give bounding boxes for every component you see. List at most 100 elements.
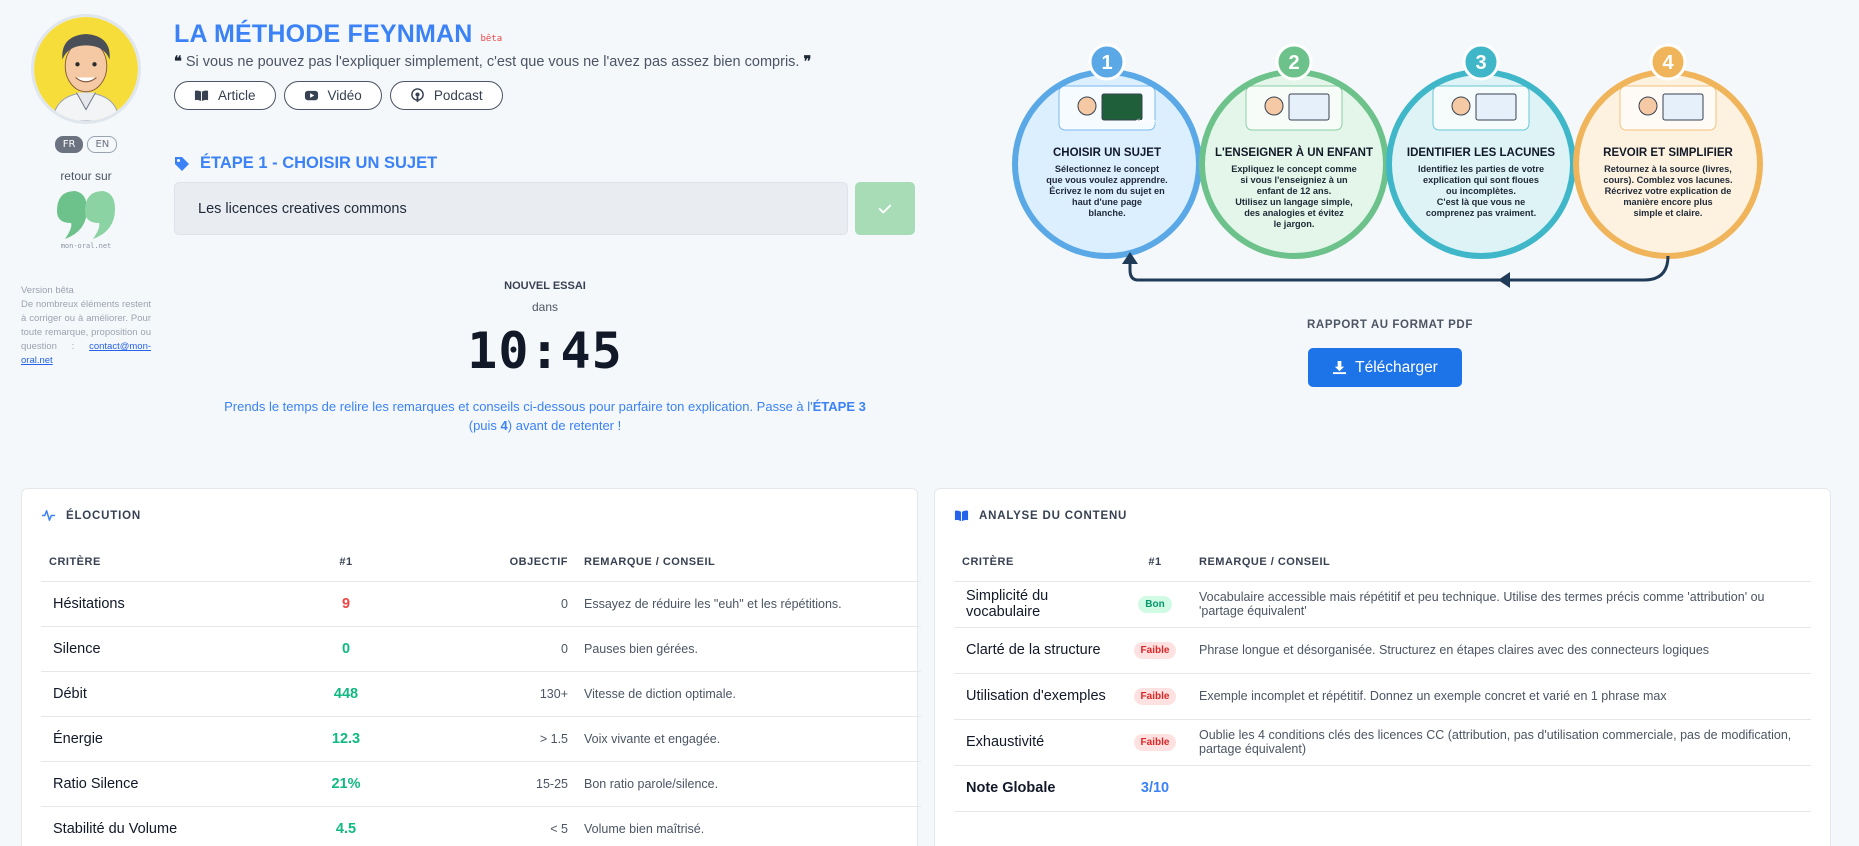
report-label: RAPPORT AU FORMAT PDF <box>1307 319 1473 331</box>
quote-text: Si vous ne pouvez pas l'expliquer simple… <box>185 54 800 70</box>
row-objectif: 15-25 <box>396 761 576 807</box>
table-row: Utilisation d'exemples Faible Exemple inco… <box>954 673 1811 720</box>
diagram-step-1: 1 CHOISIR UN SUJET Sélectionnez le concept… <box>1012 43 1209 259</box>
quote-close-icon: ❞ <box>803 54 812 70</box>
step-text: blanche. <box>1088 208 1125 218</box>
retour-label: retour sur <box>60 169 112 183</box>
step-text: cours). Comblez vos lacunes. <box>1603 175 1732 185</box>
step-title: CHOISIR UN SUJET <box>1053 147 1161 159</box>
contenu-title: ANALYSE DU CONTENU <box>979 509 1128 522</box>
row-value: 4.5 <box>296 806 396 846</box>
feynman-diagram-svg: 1 CHOISIR UN SUJET Sélectionnez le concept… <box>1012 43 1763 288</box>
col-remarque: REMARQUE / CONSEIL <box>1191 543 1811 582</box>
step-text: des analogies et évitez <box>1244 208 1344 218</box>
global-label: Note Globale <box>954 765 1119 812</box>
step-text: simple et claire. <box>1634 208 1703 218</box>
col-attempt: #1 <box>1119 543 1191 582</box>
row-objectif: 130+ <box>396 671 576 717</box>
contenu-header: ANALYSE DU CONTENU <box>935 489 1830 523</box>
check-icon <box>878 204 892 213</box>
contenu-card: ANALYSE DU CONTENU CRITÈRE #1 REMARQUE /… <box>934 488 1831 846</box>
person-icon <box>1451 96 1471 116</box>
step-number: 1 <box>1101 52 1112 74</box>
board-icon <box>1662 93 1704 121</box>
left-rail: FR EN retour sur mon-oral.net <box>20 14 152 250</box>
row-remark: Oublie les 4 conditions clés des licence… <box>1191 719 1811 766</box>
row-rating: Faible <box>1119 673 1191 720</box>
language-switch: FR EN <box>20 136 152 153</box>
global-value: 3/10 <box>1119 765 1191 812</box>
step-text: Récrivez votre explication de <box>1605 186 1732 196</box>
advice-text-e: ) avant de retenter ! <box>507 418 622 433</box>
person-icon <box>1638 96 1658 116</box>
row-value: 448 <box>296 671 396 717</box>
book-icon <box>194 90 209 102</box>
global-score-row: Note Globale 3/10 <box>954 765 1811 812</box>
person-icon <box>1077 96 1097 116</box>
step-title: IDENTIFIER LES LACUNES <box>1407 147 1556 159</box>
row-objectif: < 5 <box>396 806 576 846</box>
table-row: Débit 448 130+ Vitesse de diction optimale. <box>41 671 921 717</box>
article-button[interactable]: Article <box>174 81 276 110</box>
loop-arrow <box>1128 255 1670 282</box>
col-attempt: #1 <box>296 543 396 582</box>
diagram-step-2: 2 L'ENSEIGNER À UN ENFANT Expliquez le con… <box>1199 43 1396 259</box>
board-icon <box>1101 93 1143 121</box>
row-objectif: 0 <box>396 581 576 627</box>
step-text: que vous voulez apprendre. <box>1046 175 1168 185</box>
step-text: si vous l'enseigniez à un <box>1240 175 1348 185</box>
row-critere: Utilisation d'exemples <box>954 673 1119 720</box>
media-links: Article Vidéo Podcast <box>174 81 503 110</box>
tag-icon <box>175 156 189 171</box>
diagram-step-4: 4 REVOIR ET SIMPLIFIER Retournez à la sour… <box>1573 43 1763 259</box>
row-remark: Phrase longue et désorganisée. Structure… <box>1191 627 1811 674</box>
mon-oral-logo-icon[interactable] <box>51 189 121 241</box>
beta-tag: bêta <box>480 34 503 44</box>
step-label: ÉTAPE 1 - CHOISIR UN SUJET <box>200 154 438 172</box>
youtube-icon <box>304 90 318 101</box>
row-rating: Faible <box>1119 627 1191 674</box>
contenu-head-row: CRITÈRE #1 REMARQUE / CONSEIL <box>954 543 1811 582</box>
step-heading: ÉTAPE 1 - CHOISIR UN SUJET <box>174 154 437 173</box>
beta-title: Version bêta <box>21 285 74 296</box>
row-critere: Clarté de la structure <box>954 627 1119 674</box>
col-remarque: REMARQUE / CONSEIL <box>576 543 921 582</box>
step-number: 2 <box>1288 52 1299 74</box>
table-row: Silence 0 0 Pauses bien gérées. <box>41 626 921 672</box>
rating-badge: Faible <box>1133 733 1177 751</box>
row-remark: Pauses bien gérées. <box>576 626 921 672</box>
row-remark: Volume bien maîtrisé. <box>576 806 921 846</box>
lang-en-button[interactable]: EN <box>87 136 118 153</box>
global-empty <box>1191 765 1811 812</box>
table-row: Énergie 12.3 > 1.5 Voix vivante et engagée. <box>41 716 921 762</box>
podcast-icon <box>410 88 424 103</box>
row-remark: Exemple incomplet et répétitif. Donnez u… <box>1191 673 1811 720</box>
video-label: Vidéo <box>327 88 362 103</box>
table-row: Exhaustivité Faible Oublie les 4 condition… <box>954 719 1811 766</box>
podcast-button[interactable]: Podcast <box>389 81 503 110</box>
confirm-button[interactable] <box>855 182 915 235</box>
feynman-quote: ❝ Si vous ne pouvez pas l'expliquer simp… <box>174 54 811 70</box>
row-objectif: 0 <box>396 626 576 672</box>
article-label: Article <box>218 88 256 103</box>
retry-advice: Prends le temps de relire les remarques … <box>210 397 880 435</box>
row-critere: Débit <box>41 671 296 717</box>
row-rating: Faible <box>1119 719 1191 766</box>
elocution-title: ÉLOCUTION <box>66 509 141 522</box>
download-button[interactable]: Télécharger <box>1308 348 1462 387</box>
row-value: 21% <box>296 761 396 807</box>
subject-input[interactable]: Les licences creatives commons <box>174 182 848 235</box>
loop-arrow-mid-icon <box>1498 272 1510 288</box>
row-value: 9 <box>296 581 396 627</box>
countdown-timer: 10:45 <box>467 322 623 380</box>
rating-badge: Faible <box>1133 687 1177 705</box>
elocution-card: ÉLOCUTION CRITÈRE #1 OBJECTIF REMARQUE /… <box>21 488 921 846</box>
beta-note: Version bêta De nombreux éléments resten… <box>21 284 151 368</box>
lang-fr-button[interactable]: FR <box>54 136 84 153</box>
step-text: le jargon. <box>1274 219 1315 229</box>
row-remark: Vitesse de diction optimale. <box>576 671 921 717</box>
step-text: Expliquez le concept comme <box>1231 164 1357 174</box>
video-button[interactable]: Vidéo <box>283 81 382 110</box>
step-text: Sélectionnez le concept <box>1055 164 1159 174</box>
table-row: Hésitations 9 0 Essayez de réduire les "euh… <box>41 581 921 627</box>
